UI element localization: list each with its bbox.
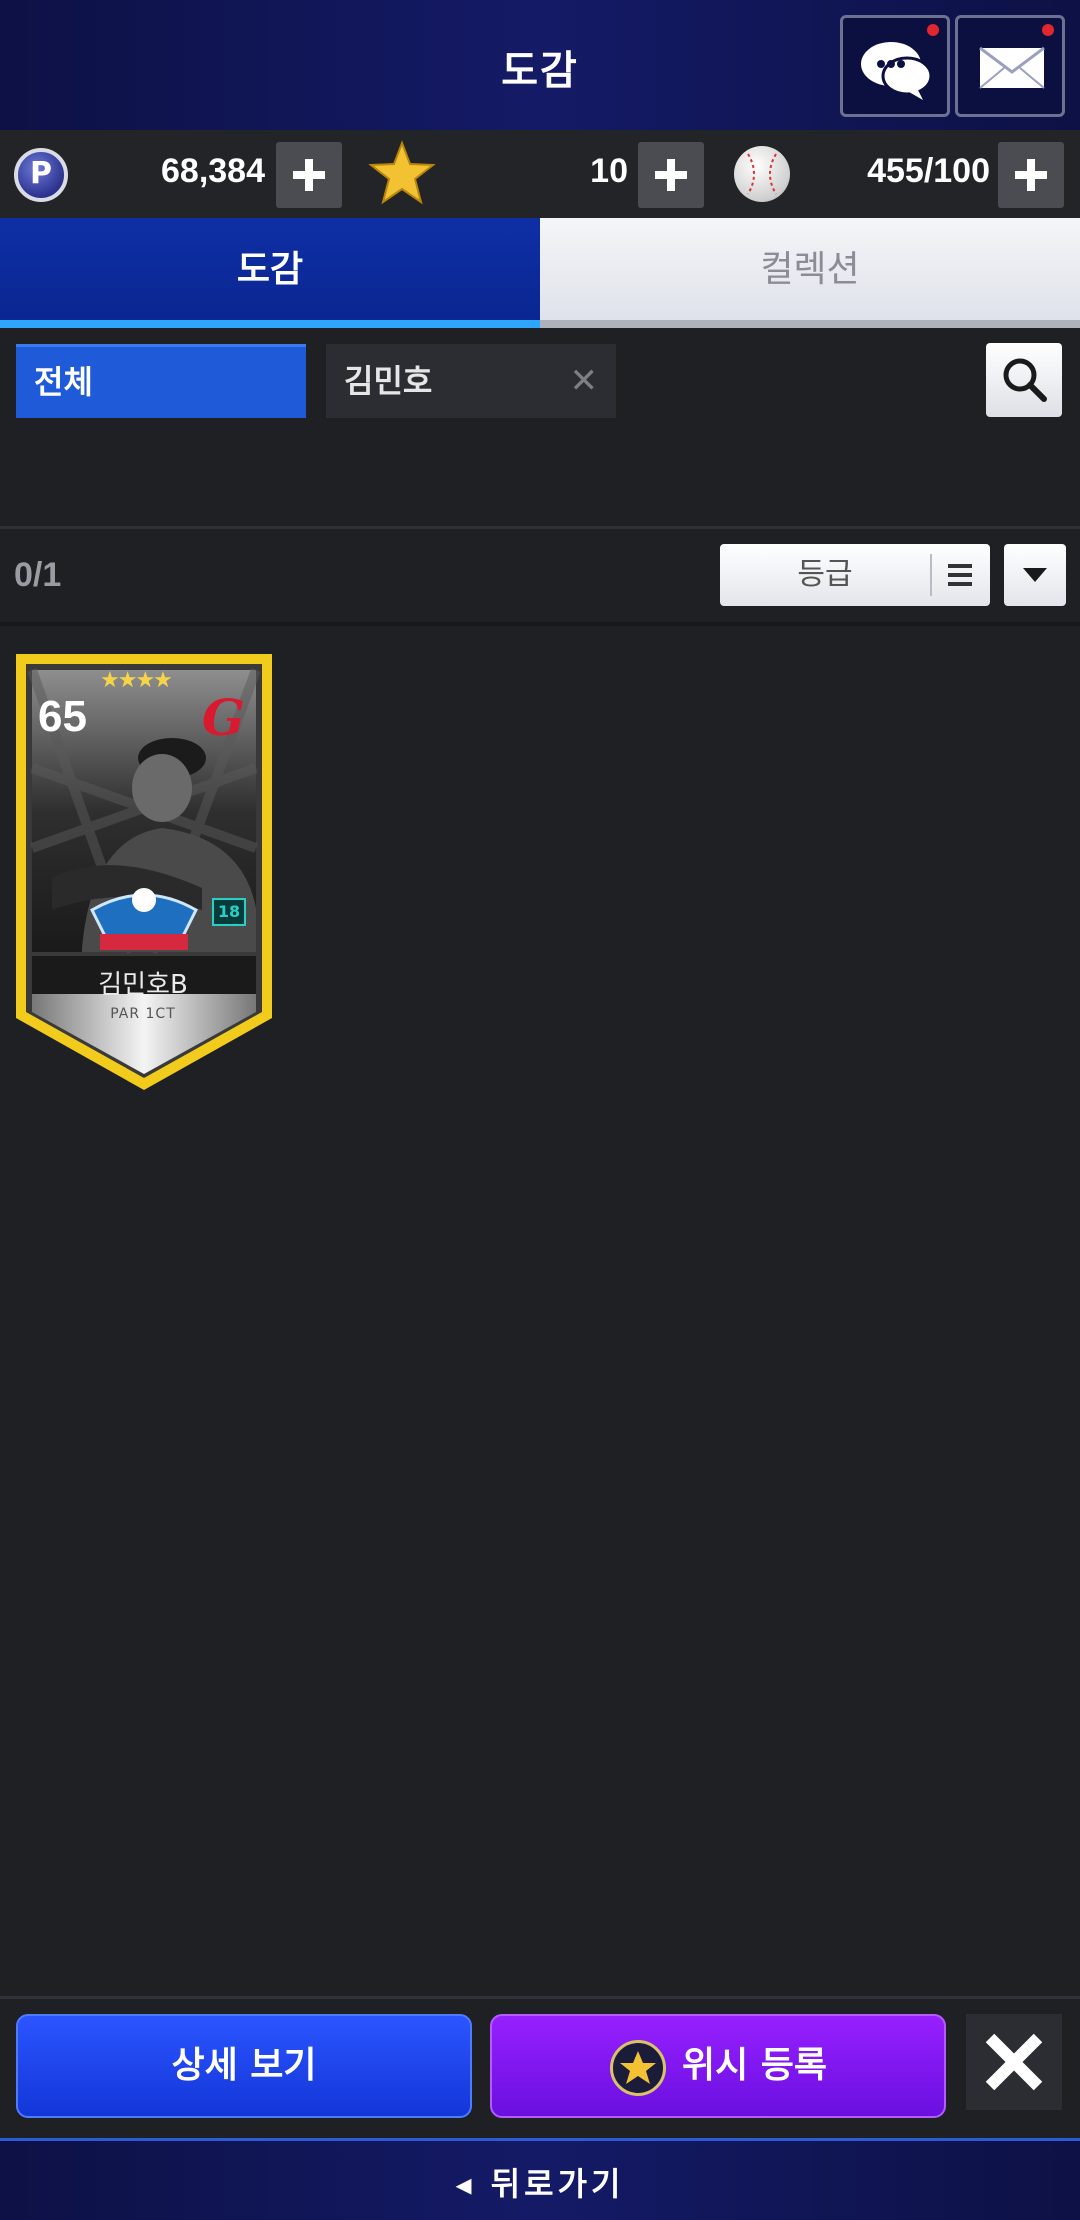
wish-register-label: 위시 등록 [682,2045,828,2086]
search-keyword-chip[interactable]: 김민호 ✕ [326,344,616,418]
card-position: PAR 1CT [110,1006,176,1022]
chat-button[interactable] [840,15,950,117]
divider [0,526,1080,529]
tab-collection[interactable]: 컬렉션 [540,218,1080,328]
back-button-label[interactable]: ◂ 뒤로가기 [0,2159,1080,2205]
tab-dogam[interactable]: 도감 [0,218,540,328]
add-stars-button[interactable] [638,142,704,208]
sort-label: 등급 [797,557,853,592]
chat-notification-dot [927,24,939,36]
mail-button[interactable] [955,15,1065,117]
sort-order-dropdown[interactable] [1004,544,1066,606]
close-icon [985,2033,1043,2091]
list-order-icon [948,564,972,586]
sort-select[interactable]: 등급 [720,544,990,606]
player-card[interactable]: 65 ★★★★ G 18 김민호B PAR 1CT [12,648,276,1096]
close-button[interactable] [966,2014,1062,2110]
filter-all-button[interactable]: 전체 [16,344,306,418]
wish-star-icon [610,2040,666,2096]
add-balls-button[interactable] [998,142,1064,208]
points-value: 68,384 [161,152,265,190]
back-nav-bar[interactable]: ◂ 뒤로가기 [0,2138,1080,2220]
search-icon [1003,358,1047,402]
card-year-badge: 18 [212,898,246,926]
balls-value: 455/100 [867,152,990,190]
wish-register-button[interactable]: 위시 등록 [490,2014,946,2118]
stars-value: 10 [590,152,628,190]
add-points-button[interactable] [276,142,342,208]
divider [930,554,932,596]
team-logo: G [202,688,245,747]
card-rating: 65 [38,692,87,741]
clear-search-icon[interactable]: ✕ [570,344,599,418]
detail-view-button[interactable]: 상세 보기 [16,2014,472,2118]
baseball-icon [734,146,790,202]
collection-count: 0/1 [14,556,62,594]
star-icon [368,140,436,205]
card-grade-stars: ★★★★ [100,668,173,693]
search-keyword-text: 김민호 [344,362,433,400]
divider [0,1996,1080,1999]
currency-bar: P 68,384 10 455/100 [0,130,1080,218]
top-header: 도감 [0,0,1080,130]
card-player-name: 김민호B [98,970,188,1000]
tab-bar: 도감 컬렉션 [0,218,1080,328]
mail-notification-dot [1042,24,1054,36]
search-button[interactable] [986,343,1062,417]
points-icon: P [14,148,68,202]
